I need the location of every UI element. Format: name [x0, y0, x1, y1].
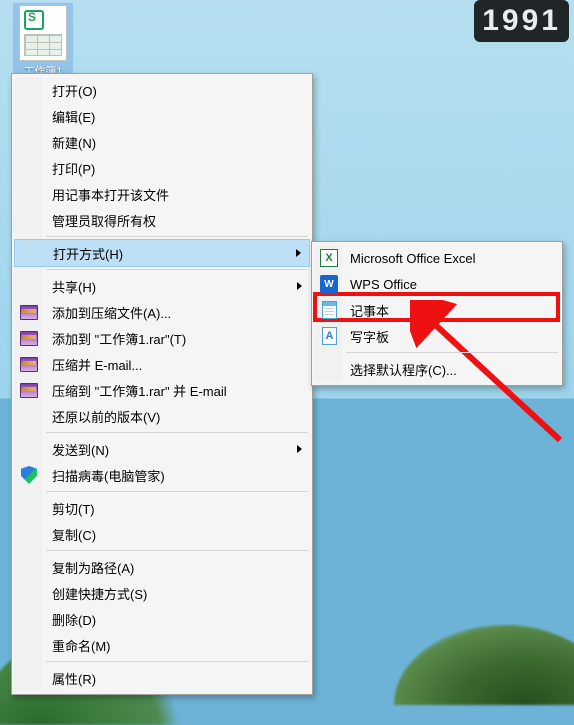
menu-send-to[interactable]: 发送到(N)	[14, 436, 310, 462]
menu-copy-as-path-label: 复制为路径(A)	[52, 558, 134, 577]
menu-copy-as-path[interactable]: 复制为路径(A)	[14, 554, 310, 580]
menu-compress-email[interactable]: 压缩并 E-mail...	[14, 351, 310, 377]
submenu-wordpad-label: 写字板	[350, 327, 389, 346]
clock-digits: 1991	[482, 4, 561, 38]
wps-icon: W	[320, 275, 338, 293]
menu-cut-label: 剪切(T)	[52, 499, 95, 518]
submenu-arrow-icon	[297, 282, 302, 290]
menu-delete[interactable]: 删除(D)	[14, 606, 310, 632]
submenu-excel[interactable]: Microsoft Office Excel	[314, 245, 560, 271]
menu-share-label: 共享(H)	[52, 277, 96, 296]
menu-open[interactable]: 打开(O)	[14, 77, 310, 103]
submenu-wps[interactable]: W WPS Office	[314, 271, 560, 297]
menu-separator	[346, 352, 558, 353]
menu-separator	[46, 432, 308, 433]
excel-icon	[320, 249, 338, 267]
menu-separator	[46, 269, 308, 270]
desktop-file-icon[interactable]: 工作簿1	[12, 2, 74, 83]
submenu-wps-label: WPS Office	[350, 277, 417, 292]
clock-widget: 1991	[474, 0, 569, 42]
menu-open-with-notepad-label: 用记事本打开该文件	[52, 185, 169, 204]
menu-edit-label: 编辑(E)	[52, 107, 95, 126]
menu-new-label: 新建(N)	[52, 133, 96, 152]
menu-send-to-label: 发送到(N)	[52, 440, 109, 459]
menu-delete-label: 删除(D)	[52, 610, 96, 629]
menu-admin-ownership-label: 管理员取得所有权	[52, 211, 156, 230]
menu-separator	[46, 491, 308, 492]
menu-add-to-named-archive[interactable]: 添加到 "工作簿1.rar"(T)	[14, 325, 310, 351]
menu-open-label: 打开(O)	[52, 81, 97, 100]
menu-restore-previous-label: 还原以前的版本(V)	[52, 407, 160, 426]
open-with-submenu: Microsoft Office Excel W WPS Office 记事本 …	[311, 241, 563, 386]
notepad-icon	[320, 301, 338, 319]
menu-cut[interactable]: 剪切(T)	[14, 495, 310, 521]
menu-share[interactable]: 共享(H)	[14, 273, 310, 299]
menu-properties[interactable]: 属性(R)	[14, 665, 310, 691]
menu-edit[interactable]: 编辑(E)	[14, 103, 310, 129]
winrar-icon	[20, 381, 38, 399]
menu-open-with-notepad[interactable]: 用记事本打开该文件	[14, 181, 310, 207]
menu-add-to-archive-label: 添加到压缩文件(A)...	[52, 303, 171, 322]
context-menu: 打开(O) 编辑(E) 新建(N) 打印(P) 用记事本打开该文件 管理员取得所…	[11, 73, 313, 695]
menu-print-label: 打印(P)	[52, 159, 95, 178]
menu-rename[interactable]: 重命名(M)	[14, 632, 310, 658]
winrar-icon	[20, 329, 38, 347]
submenu-arrow-icon	[297, 445, 302, 453]
menu-new[interactable]: 新建(N)	[14, 129, 310, 155]
menu-add-to-named-label: 添加到 "工作簿1.rar"(T)	[52, 329, 186, 348]
submenu-excel-label: Microsoft Office Excel	[350, 251, 475, 266]
menu-create-shortcut[interactable]: 创建快捷方式(S)	[14, 580, 310, 606]
menu-copy[interactable]: 复制(C)	[14, 521, 310, 547]
menu-scan-virus-label: 扫描病毒(电脑管家)	[52, 466, 165, 485]
menu-compress-named-email-label: 压缩到 "工作簿1.rar" 并 E-mail	[52, 381, 227, 400]
menu-create-shortcut-label: 创建快捷方式(S)	[52, 584, 147, 603]
menu-restore-previous[interactable]: 还原以前的版本(V)	[14, 403, 310, 429]
bg-island-right	[394, 625, 574, 705]
winrar-icon	[20, 303, 38, 321]
menu-compress-named-email[interactable]: 压缩到 "工作簿1.rar" 并 E-mail	[14, 377, 310, 403]
submenu-choose-default-label: 选择默认程序(C)...	[350, 360, 457, 379]
submenu-notepad[interactable]: 记事本	[314, 297, 560, 323]
menu-separator	[46, 236, 308, 237]
menu-open-with[interactable]: 打开方式(H)	[14, 239, 310, 267]
menu-scan-virus[interactable]: 扫描病毒(电脑管家)	[14, 462, 310, 488]
menu-compress-email-label: 压缩并 E-mail...	[52, 355, 142, 374]
menu-open-with-label: 打开方式(H)	[53, 244, 123, 263]
menu-add-to-archive[interactable]: 添加到压缩文件(A)...	[14, 299, 310, 325]
menu-separator	[46, 661, 308, 662]
submenu-wordpad[interactable]: 写字板	[314, 323, 560, 349]
winrar-icon	[20, 355, 38, 373]
shield-icon	[20, 466, 38, 484]
menu-properties-label: 属性(R)	[52, 669, 96, 688]
submenu-choose-default[interactable]: 选择默认程序(C)...	[314, 356, 560, 382]
menu-copy-label: 复制(C)	[52, 525, 96, 544]
menu-rename-label: 重命名(M)	[52, 636, 111, 655]
wordpad-icon	[320, 327, 338, 345]
menu-separator	[46, 550, 308, 551]
menu-print[interactable]: 打印(P)	[14, 155, 310, 181]
menu-admin-ownership[interactable]: 管理员取得所有权	[14, 207, 310, 233]
submenu-arrow-icon	[296, 249, 301, 257]
spreadsheet-icon	[19, 5, 67, 61]
submenu-notepad-label: 记事本	[350, 301, 389, 320]
